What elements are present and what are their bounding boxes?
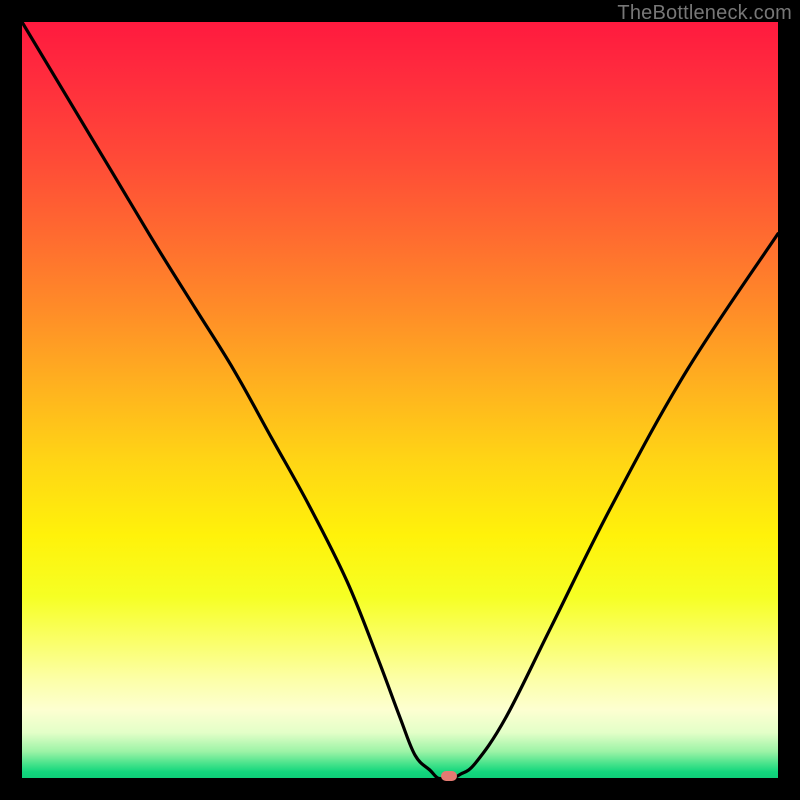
bottleneck-curve (22, 22, 778, 778)
curve-svg (22, 22, 778, 778)
plot-area (22, 22, 778, 778)
chart-frame: TheBottleneck.com (0, 0, 800, 800)
optimal-point-marker (441, 771, 457, 781)
